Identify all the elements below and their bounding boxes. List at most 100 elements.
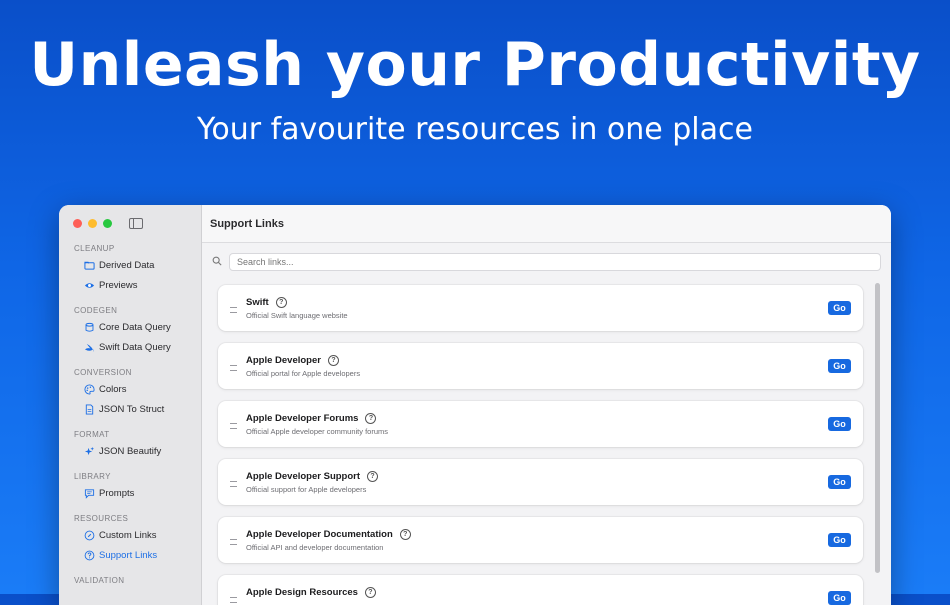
help-icon[interactable]: ? <box>275 297 287 308</box>
app-window: CLEANUP Derived Data Previews CODEGEN Core D… <box>59 205 891 605</box>
search-bar <box>212 253 881 271</box>
sidebar-item-label: Core Data Query <box>99 321 171 333</box>
window-controls <box>73 219 112 228</box>
sidebar: CLEANUP Derived Data Previews CODEGEN Core D… <box>59 205 202 605</box>
link-title-row: Apple Developer Support? <box>246 471 379 482</box>
drag-handle-icon[interactable] <box>230 481 237 487</box>
eye-icon <box>83 279 95 291</box>
go-button[interactable]: Go <box>828 417 851 431</box>
link-description: Official portal for Apple developers <box>246 369 361 378</box>
minimize-window-button[interactable] <box>88 219 97 228</box>
sidebar-section-title: LIBRARY <box>74 472 111 481</box>
scrollbar[interactable] <box>875 283 880 573</box>
search-icon <box>212 253 222 271</box>
drag-handle-icon[interactable] <box>230 307 237 313</box>
sidebar-section-title: CODEGEN <box>74 306 118 315</box>
database-icon <box>83 321 95 333</box>
main-panel: Support Links Swift? Official Swift langu… <box>202 205 891 605</box>
document-icon <box>83 403 95 415</box>
sidebar-item-core-data-query[interactable]: Core Data Query <box>59 317 201 337</box>
sidebar-item-colors[interactable]: Colors <box>59 379 201 399</box>
sidebar-section-format: FORMAT JSON Beautify <box>59 429 201 461</box>
link-card[interactable]: Apple Developer Support? Official support… <box>218 459 863 505</box>
sidebar-item-label: Prompts <box>99 487 135 499</box>
search-input[interactable] <box>229 253 881 271</box>
link-description: Official API and developer documentation <box>246 543 384 552</box>
link-title: Apple Developer <box>246 355 321 366</box>
page-title: Support Links <box>202 205 891 243</box>
go-button[interactable]: Go <box>828 591 851 605</box>
hero-subhead: Your favourite resources in one place <box>197 112 753 147</box>
sidebar-section-title: FORMAT <box>74 430 110 439</box>
link-title: Apple Developer Forums <box>246 413 359 424</box>
sparkles-icon <box>83 445 95 457</box>
drag-handle-icon[interactable] <box>230 539 237 545</box>
sidebar-item-derived-data[interactable]: Derived Data <box>59 255 201 275</box>
sidebar-item-label: Colors <box>99 383 127 395</box>
sidebar-toggle-icon[interactable] <box>129 218 143 229</box>
link-description: Official support for Apple developers <box>246 485 367 494</box>
link-title: Apple Developer Support <box>246 471 361 482</box>
close-window-button[interactable] <box>73 219 82 228</box>
link-card[interactable]: Swift? Official Swift language website Go <box>218 285 863 331</box>
sidebar-section-conversion: CONVERSION Colors JSON To Struct <box>59 367 201 419</box>
link-description: Official Apple developer community forum… <box>246 427 389 436</box>
sidebar-item-swift-data-query[interactable]: Swift Data Query <box>59 337 201 357</box>
drag-handle-icon[interactable] <box>230 365 237 371</box>
sidebar-list: CLEANUP Derived Data Previews CODEGEN Core D… <box>59 243 201 597</box>
sidebar-item-previews[interactable]: Previews <box>59 275 201 295</box>
hero-headline: Unleash your Productivity <box>29 30 921 100</box>
help-icon[interactable]: ? <box>327 355 339 366</box>
sidebar-item-label: Previews <box>99 279 138 291</box>
link-title: Swift <box>246 297 269 308</box>
drag-handle-icon[interactable] <box>230 423 237 429</box>
sidebar-section-codegen: CODEGEN Core Data Query Swift Data Query <box>59 305 201 357</box>
sidebar-item-label: JSON To Struct <box>99 403 165 415</box>
link-title: Apple Design Resources <box>246 587 358 598</box>
link-card[interactable]: Apple Developer Forums? Official Apple de… <box>218 401 863 447</box>
sidebar-item-support-links[interactable]: Support Links <box>59 545 201 565</box>
link-title-row: Swift? <box>246 297 287 308</box>
sidebar-section-title: CONVERSION <box>74 368 132 377</box>
sidebar-item-json-beautify[interactable]: JSON Beautify <box>59 441 201 461</box>
sidebar-item-label: Swift Data Query <box>99 341 171 353</box>
go-button[interactable]: Go <box>828 475 851 489</box>
go-button[interactable]: Go <box>828 359 851 373</box>
link-title-row: Apple Developer? <box>246 355 339 366</box>
sidebar-section-cleanup: CLEANUP Derived Data Previews <box>59 243 201 295</box>
help-icon[interactable]: ? <box>399 529 411 540</box>
sidebar-section-library: LIBRARY Prompts <box>59 471 201 503</box>
link-card[interactable]: Apple Developer Documentation? Official A… <box>218 517 863 563</box>
chat-bubble-icon <box>83 487 95 499</box>
folder-icon <box>83 259 95 271</box>
palette-icon <box>83 383 95 395</box>
link-card[interactable]: Apple Developer? Official portal for Appl… <box>218 343 863 389</box>
go-button[interactable]: Go <box>828 533 851 547</box>
sidebar-item-json-to-struct[interactable]: JSON To Struct <box>59 399 201 419</box>
link-title: Apple Developer Documentation <box>246 529 393 540</box>
sidebar-section-title: RESOURCES <box>74 514 129 523</box>
drag-handle-icon[interactable] <box>230 597 237 603</box>
links-list: Swift? Official Swift language website Go A… <box>218 285 863 605</box>
help-icon[interactable]: ? <box>364 587 376 598</box>
sidebar-item-label: Support Links <box>99 549 158 561</box>
sidebar-item-prompts[interactable]: Prompts <box>59 483 201 503</box>
link-description: Official Swift language website <box>246 311 348 320</box>
sidebar-item-custom-links[interactable]: Custom Links <box>59 525 201 545</box>
link-title-row: Apple Developer Documentation? <box>246 529 411 540</box>
zoom-window-button[interactable] <box>103 219 112 228</box>
help-icon[interactable]: ? <box>365 413 377 424</box>
sidebar-item-label: JSON Beautify <box>99 445 162 457</box>
sidebar-item-label: Custom Links <box>99 529 157 541</box>
sidebar-section-title: VALIDATION <box>74 576 125 585</box>
question-circle-icon <box>83 549 95 561</box>
link-title-row: Apple Developer Forums? <box>246 413 377 424</box>
help-icon[interactable]: ? <box>367 471 379 482</box>
go-button[interactable]: Go <box>828 301 851 315</box>
swift-icon <box>83 341 95 353</box>
sidebar-section-resources: RESOURCES Custom Links Support Links <box>59 513 201 565</box>
sidebar-item-label: Derived Data <box>99 259 155 271</box>
link-card[interactable]: Apple Design Resources? Go <box>218 575 863 605</box>
link-title-row: Apple Design Resources? <box>246 587 376 598</box>
link-icon <box>83 529 95 541</box>
